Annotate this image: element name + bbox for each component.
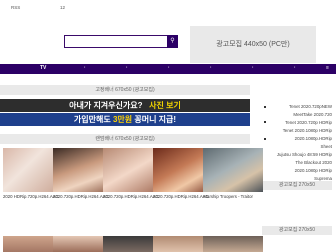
post-thumbnail[interactable] — [203, 148, 263, 192]
banner-ad-signup-right: 꽁머니 지급! — [134, 115, 177, 124]
sidebar-bullet — [264, 106, 266, 108]
banner-ad-photo-left: 아내가 지겨우신가요? — [69, 101, 143, 110]
banner-ad-photo[interactable]: 아내가 지겨우신가요? 사진 보기 — [0, 99, 250, 112]
banner-ad-photo-right: 사진 보기 — [149, 101, 181, 110]
banner-ad-signup-left: 가입만해도 — [73, 115, 111, 124]
sidebar-bullet — [264, 138, 266, 140]
banner-ad-signup[interactable]: 가입만해도 3만원 꽁머니 지급! — [0, 113, 250, 126]
sidebar-item[interactable]: 2020.1080p.HDRip — [295, 136, 332, 141]
sidebar-item[interactable]: Tenet 2020.720pNEW — [289, 104, 332, 109]
search-icon: ⚲ — [170, 38, 175, 44]
main-nav: TV · · · · · · ≡ — [0, 64, 336, 74]
nav-item-tv[interactable]: TV — [40, 65, 46, 71]
sidebar-item[interactable]: MeetTake 2020.720 — [293, 112, 332, 117]
nav-item-5[interactable]: · — [210, 65, 212, 71]
top-bar: RSS 12 — [0, 0, 336, 24]
sidebar-item[interactable]: Tenet 2020.1080p HDRip — [283, 128, 332, 133]
nav-item-3[interactable]: · — [126, 65, 128, 71]
rss-link[interactable]: RSS — [11, 5, 20, 10]
search-input[interactable] — [64, 35, 175, 48]
ad-slot-right-blank[interactable] — [262, 190, 332, 226]
post-caption[interactable]: Starship Troopers - Traitor — [203, 194, 263, 199]
sidebar-item[interactable]: 2020.1080p HDRip — [295, 168, 332, 173]
top-link-2[interactable]: 12 — [60, 5, 65, 10]
ad-slot-right-2[interactable]: 광고모집 270x50 — [262, 226, 332, 235]
banner-random[interactable]: 랜덤배너 670x50 (광고모집) — [0, 134, 250, 144]
sidebar-bullet — [264, 121, 266, 123]
sidebar-item[interactable]: Sheet — [321, 144, 332, 149]
search-button[interactable]: ⚲ — [167, 35, 178, 48]
nav-menu-icon[interactable]: ≡ — [326, 65, 329, 71]
sidebar-list: Tenet 2020.720pNEW MeetTake 2020.720 Ten… — [262, 100, 336, 181]
sidebar-item[interactable]: The Blackout 2020 — [295, 160, 332, 165]
ad-slot-top[interactable]: 광고모집 440x50 (PC만) — [190, 26, 316, 63]
banner-fixed[interactable]: 고정배너 670x50 (광고모집) — [0, 85, 250, 95]
nav-item-7[interactable]: · — [294, 65, 296, 71]
banner-ad-signup-mid: 3만원 — [112, 115, 133, 124]
nav-item-6[interactable]: · — [252, 65, 254, 71]
sidebar-item[interactable]: Tenet 2020.720p HDRip — [285, 120, 332, 125]
nav-item-2[interactable]: · — [84, 65, 86, 71]
ad-slot-right-1[interactable]: 광고모집 270x50 — [262, 181, 332, 190]
post-thumbnail[interactable] — [203, 236, 263, 252]
nav-item-4[interactable]: · — [168, 65, 170, 71]
sidebar-item[interactable]: Jujutsu Shoujo 48:59 HDRip — [277, 152, 332, 157]
